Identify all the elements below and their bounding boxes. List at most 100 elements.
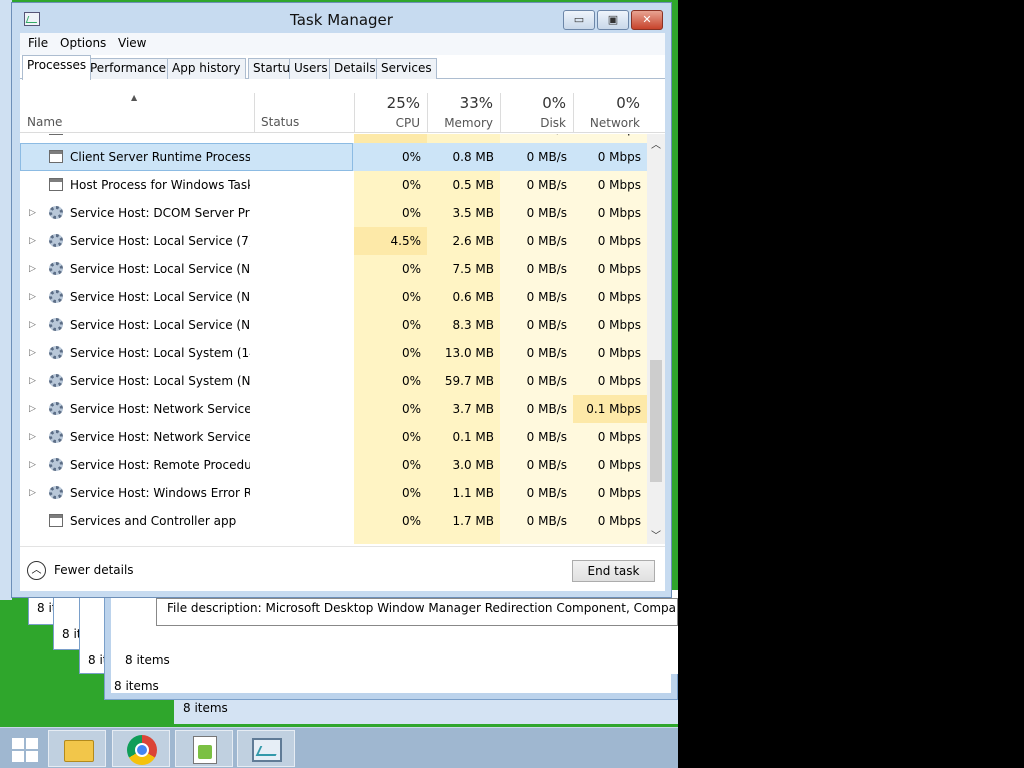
scroll-up-icon[interactable]: ︿ — [647, 136, 665, 151]
expand-arrow-icon[interactable]: ▷ — [29, 367, 36, 395]
network-total: 0% — [616, 94, 640, 112]
process-cpu-value: 0% — [401, 430, 421, 444]
app-icon — [49, 178, 63, 191]
expand-arrow-icon[interactable]: ▷ — [29, 339, 36, 367]
expand-arrow-icon[interactable]: ▷ — [29, 395, 36, 423]
tab-services[interactable]: Services — [376, 58, 437, 79]
expand-arrow-icon[interactable]: ▷ — [29, 423, 36, 451]
column-header-disk[interactable]: 0% Disk — [500, 93, 573, 133]
column-header-cpu[interactable]: 25% CPU — [354, 93, 427, 133]
expand-arrow-icon[interactable]: ▷ — [29, 227, 36, 255]
taskbar — [0, 727, 678, 768]
process-row[interactable]: Client Server Runtime Process 0% 0.8 MB 0 M… — [20, 143, 647, 171]
process-memory-value: 2.6 MB — [452, 234, 494, 248]
process-memory-value: 13.0 MB — [444, 346, 494, 360]
gear-icon — [49, 290, 63, 303]
taskbar-notepad-plus-plus[interactable] — [175, 730, 233, 767]
process-cpu-value: 0% — [401, 150, 421, 164]
menu-file[interactable]: File — [28, 36, 48, 50]
process-disk-value: 0 MB/s — [526, 346, 567, 360]
expand-arrow-icon[interactable]: ▷ — [29, 451, 36, 479]
item-count: 8 items — [125, 653, 170, 667]
process-row[interactable]: Services and Controller app 0% 1.7 MB 0 MB/… — [20, 507, 647, 535]
tab-users[interactable]: Users — [289, 58, 333, 79]
expand-arrow-icon[interactable]: ▷ — [29, 479, 36, 507]
gear-icon — [49, 318, 63, 331]
close-button[interactable]: ✕ — [631, 10, 663, 30]
expand-arrow-icon[interactable]: ▷ — [29, 311, 36, 339]
process-row[interactable]: ▷ Service Host: Local Service (7) 4.5% 2.6 … — [20, 227, 647, 255]
tab-details[interactable]: Details — [329, 58, 381, 79]
expand-arrow-icon[interactable]: ▷ — [29, 283, 36, 311]
vertical-scrollbar[interactable]: ︿ ﹀ — [647, 134, 665, 544]
sort-ascending-icon: ▲ — [131, 93, 138, 102]
tab-performance[interactable]: Performance — [85, 58, 172, 79]
taskbar-file-explorer[interactable] — [48, 730, 106, 767]
expand-arrow-icon[interactable]: ▷ — [29, 199, 36, 227]
process-network-value: 0 Mbps — [597, 290, 641, 304]
task-manager-window: Task Manager ▭ ▣ ✕ File Options View Pro… — [11, 2, 672, 598]
maximize-button[interactable]: ▣ — [597, 10, 629, 30]
taskbar-chrome[interactable] — [112, 730, 170, 767]
menu-view[interactable]: View — [118, 36, 146, 50]
process-row[interactable]: ▷ Service Host: DCOM Server Proc... 0% 3.5 … — [20, 199, 647, 227]
task-manager-icon — [252, 738, 282, 762]
process-network-value: 0 Mbps — [597, 234, 641, 248]
menu-options[interactable]: Options — [60, 36, 106, 50]
process-cpu-value: 0% — [401, 206, 421, 220]
scroll-down-icon[interactable]: ﹀ — [647, 527, 665, 542]
process-disk-value: 0 MB/s — [526, 150, 567, 164]
process-disk-value: 0 MB/s — [526, 178, 567, 192]
process-cpu-value: 0% — [401, 514, 421, 528]
footer-bar: ︿ Fewer details End task — [20, 546, 665, 591]
process-memory-value: 3.7 MB — [452, 402, 494, 416]
process-row[interactable]: Client Server Runtime Process 12.4%1.1 MB… — [20, 134, 647, 143]
end-task-button[interactable]: End task — [572, 560, 655, 582]
fewer-details-link[interactable]: Fewer details — [54, 563, 134, 577]
process-row[interactable]: ▷ Service Host: Network Service (... 0% 0.1… — [20, 423, 647, 451]
process-disk-value: 0 MB/s — [526, 486, 567, 500]
task-manager-client: File Options View Processes Performance … — [20, 33, 665, 591]
gear-icon — [49, 234, 63, 247]
process-row[interactable]: ▷ Service Host: Local System (Net... 0% 59.… — [20, 367, 647, 395]
tab-processes[interactable]: Processes — [22, 55, 92, 80]
process-cpu-value: 12.4% — [354, 134, 427, 143]
process-row[interactable]: Host Process for Windows Tasks 0% 0.5 MB 0 … — [20, 171, 647, 199]
title-bar[interactable]: Task Manager ▭ ▣ ✕ — [12, 3, 671, 33]
column-header-network[interactable]: 0% Network — [573, 93, 647, 133]
process-row[interactable]: ▷ Service Host: Local Service (Net... 0% 7.… — [20, 255, 647, 283]
scrollbar-thumb[interactable] — [650, 360, 662, 482]
tab-app-history[interactable]: App history — [167, 58, 246, 79]
process-name: Host Process for Windows Tasks — [70, 178, 250, 192]
background-window[interactable]: 8 items — [174, 700, 678, 724]
process-memory-value: 59.7 MB — [444, 374, 494, 388]
process-network-value: 0 Mbps — [597, 514, 641, 528]
process-row[interactable]: ▷ Service Host: Network Service (5) 0% 3.7 … — [20, 395, 647, 423]
cpu-total: 25% — [386, 94, 420, 112]
process-name: Service Host: Local Service (No I... — [70, 290, 250, 304]
process-memory-value: 3.0 MB — [452, 458, 494, 472]
process-memory-value: 1.7 MB — [452, 514, 494, 528]
gear-icon — [49, 402, 63, 415]
process-memory-value: 0.8 MB — [452, 150, 494, 164]
chevron-up-circle-icon[interactable]: ︿ — [27, 561, 46, 580]
process-row[interactable]: ▷ Service Host: Windows Error Re... 0% 1.1 … — [20, 479, 647, 507]
process-name: Service Host: Network Service (5) — [70, 402, 250, 416]
process-disk-value: 0 MB/s — [526, 374, 567, 388]
process-disk-value: 0 MB/s — [526, 262, 567, 276]
expand-arrow-icon[interactable]: ▷ — [29, 255, 36, 283]
folder-icon — [64, 740, 94, 762]
process-disk-value: 0 MB/s — [526, 206, 567, 220]
process-network-value: 0 Mbps — [597, 374, 641, 388]
process-row[interactable]: ▷ Service Host: Local Service (No I... 0% 0… — [20, 283, 647, 311]
process-name: Service Host: Network Service (... — [70, 430, 250, 444]
taskbar-task-manager[interactable] — [237, 730, 295, 767]
process-name: Service Host: Windows Error Re... — [70, 486, 250, 500]
process-row[interactable]: ▷ Service Host: Local Service (No ... 0% 8.… — [20, 311, 647, 339]
column-header-memory[interactable]: 33% Memory — [427, 93, 500, 133]
minimize-button[interactable]: ▭ — [563, 10, 595, 30]
column-header-name[interactable]: Name — [27, 115, 62, 129]
process-network-value: 0 Mbps — [597, 262, 641, 276]
process-row[interactable]: ▷ Service Host: Remote Procedure... 0% 3.0 … — [20, 451, 647, 479]
process-row[interactable]: ▷ Service Host: Local System (14) 0% 13.0 M… — [20, 339, 647, 367]
